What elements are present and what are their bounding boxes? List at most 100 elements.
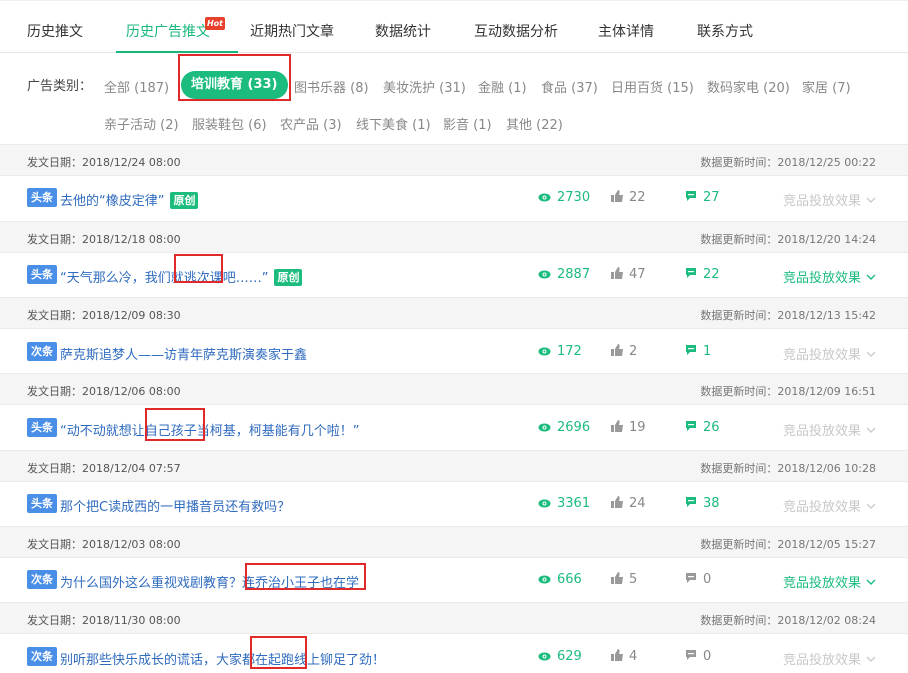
views-stat: 666: [538, 572, 582, 587]
data-update-time: 数据更新时间：2018/12/25 00:22: [700, 156, 876, 169]
views-stat: 629: [538, 649, 582, 664]
eye-icon: [538, 649, 557, 664]
tab-history-posts[interactable]: 历史推文: [27, 21, 83, 41]
date-row: 发文日期：2018/12/09 08:30 数据更新时间：2018/12/13 1…: [0, 297, 908, 329]
comments-count: 1: [703, 344, 712, 359]
thumbs-up-icon: [611, 649, 629, 664]
tab-entity-details[interactable]: 主体详情: [598, 21, 654, 41]
date-row: 发文日期：2018/12/18 08:00 数据更新时间：2018/12/20 1…: [0, 221, 908, 253]
hot-badge: Hot: [205, 17, 225, 30]
article-title-link[interactable]: “天气那么冷，我们就逃次课吧……” 原创: [60, 267, 303, 286]
chevron-down-icon: [861, 424, 876, 439]
tab-contact[interactable]: 联系方式: [697, 21, 753, 41]
competitor-effect-toggle[interactable]: 竞品投放效果: [783, 572, 876, 591]
category-training-education[interactable]: 培训教育 (33): [181, 71, 288, 99]
article-title-link[interactable]: 萨克斯追梦人——访青年萨克斯演奏家于鑫: [60, 344, 307, 363]
position-badge: 次条: [27, 647, 57, 666]
original-badge: 原创: [274, 269, 303, 286]
article-row: 头条 去他的“橡皮定律” 原创 2730 22 27 竞品投放效果: [0, 176, 908, 220]
category-filter-label: 广告类别：: [27, 79, 93, 94]
category-daily-goods[interactable]: 日用百货 (15): [611, 77, 694, 96]
eye-icon: [538, 267, 557, 282]
views-stat: 2730: [538, 190, 590, 205]
competitor-effect-toggle[interactable]: 竞品投放效果: [783, 649, 876, 668]
position-badge: 头条: [27, 494, 57, 513]
category-finance[interactable]: 金融 (1): [478, 77, 527, 96]
category-other[interactable]: 其他 (22): [506, 114, 563, 133]
views-stat: 2887: [538, 267, 590, 282]
eye-icon: [538, 496, 557, 511]
category-books-instruments[interactable]: 图书乐器 (8): [294, 77, 369, 96]
article-row: 次条 萨克斯追梦人——访青年萨克斯演奏家于鑫 172 2 1 竞品投放效果: [0, 330, 908, 374]
competitor-effect-toggle[interactable]: 竞品投放效果: [783, 420, 876, 439]
date-row: 发文日期：2018/12/06 08:00 数据更新时间：2018/12/09 1…: [0, 373, 908, 405]
category-digital-appliances[interactable]: 数码家电 (20): [707, 77, 790, 96]
tab-recent-hot-articles[interactable]: 近期热门文章: [250, 21, 334, 41]
category-apparel[interactable]: 服装鞋包 (6): [192, 114, 267, 133]
article-title-link[interactable]: 为什么国外这么重视戏剧教育？连乔治小王子也在学: [60, 572, 359, 591]
comment-icon: [685, 496, 703, 511]
competitor-effect-label: 竞品投放效果: [782, 653, 861, 668]
thumbs-up-icon: [611, 267, 629, 282]
thumbs-up-icon: [611, 344, 629, 359]
views-stat: 172: [538, 344, 582, 359]
competitor-effect-toggle[interactable]: 竞品投放效果: [783, 190, 876, 209]
date-row: 发文日期：2018/11/30 08:00 数据更新时间：2018/12/02 0…: [0, 602, 908, 634]
article-title-link[interactable]: 别听那些快乐成长的谎话，大家都在起跑线上铆足了劲！: [60, 649, 385, 668]
category-parenting[interactable]: 亲子活动 (2): [104, 114, 179, 133]
thumbs-up-icon: [611, 190, 629, 205]
position-badge: 头条: [27, 265, 57, 284]
article-title-text: 别听那些快乐成长的谎话，大家都在起跑线上铆足了劲！: [60, 653, 386, 668]
chevron-down-icon: [861, 194, 876, 209]
likes-stat: 4: [611, 649, 637, 664]
date-row: 发文日期：2018/12/04 07:57 数据更新时间：2018/12/06 1…: [0, 450, 908, 482]
category-offline-food[interactable]: 线下美食 (1): [356, 114, 431, 133]
category-media[interactable]: 影音 (1): [443, 114, 492, 133]
views-count: 172: [557, 344, 582, 359]
comments-stat: 22: [685, 267, 720, 282]
competitor-effect-toggle[interactable]: 竞品投放效果: [783, 267, 876, 286]
chevron-down-icon: [861, 653, 876, 668]
article-title-text: “动不动就想让自己孩子当柯基，柯基能有几个啦！”: [60, 424, 360, 439]
article-title-text: 去他的“橡皮定律”: [60, 194, 165, 209]
article-row: 次条 别听那些快乐成长的谎话，大家都在起跑线上铆足了劲！ 629 4 0 竞品投放效果: [0, 635, 908, 673]
chevron-down-icon: [861, 271, 876, 286]
category-food[interactable]: 食品 (37): [541, 77, 598, 96]
chevron-down-icon: [861, 500, 876, 515]
tab-interaction-analysis[interactable]: 互动数据分析: [474, 21, 558, 41]
comments-count: 0: [703, 572, 712, 587]
views-stat: 2696: [538, 420, 590, 435]
likes-count: 24: [629, 496, 646, 511]
eye-icon: [538, 344, 557, 359]
position-badge: 头条: [27, 188, 57, 207]
likes-count: 4: [629, 649, 638, 664]
likes-stat: 47: [611, 267, 646, 282]
data-update-time: 数据更新时间：2018/12/09 16:51: [700, 385, 876, 398]
likes-stat: 19: [611, 420, 646, 435]
competitor-effect-toggle[interactable]: 竞品投放效果: [783, 344, 876, 363]
article-title-link[interactable]: “动不动就想让自己孩子当柯基，柯基能有几个啦！”: [60, 420, 359, 439]
article-title-link[interactable]: 去他的“橡皮定律” 原创: [60, 190, 199, 209]
comment-icon: [685, 420, 703, 435]
comments-count: 22: [703, 267, 720, 282]
tab-history-ad-posts[interactable]: 历史广告推文: [126, 21, 210, 41]
competitor-effect-toggle[interactable]: 竞品投放效果: [783, 496, 876, 515]
views-count: 629: [557, 649, 582, 664]
thumbs-up-icon: [611, 496, 629, 511]
thumbs-up-icon: [611, 572, 629, 587]
category-beauty[interactable]: 美妆洗护 (31): [383, 77, 466, 96]
tab-data-stats[interactable]: 数据统计: [375, 21, 431, 41]
data-update-time: 数据更新时间：2018/12/13 15:42: [700, 309, 876, 322]
likes-stat: 2: [611, 344, 637, 359]
article-title-link[interactable]: 那个把C读成西的一甲播音员还有救吗？: [60, 496, 290, 515]
date-row: 发文日期：2018/12/24 08:00 数据更新时间：2018/12/25 0…: [0, 144, 908, 176]
publish-date: 发文日期：2018/12/03 08:00: [27, 538, 181, 551]
category-home[interactable]: 家居 (7): [802, 77, 851, 96]
competitor-effect-label: 竞品投放效果: [782, 424, 861, 439]
category-all[interactable]: 全部 (187): [104, 77, 169, 96]
date-row: 发文日期：2018/12/03 08:00 数据更新时间：2018/12/05 1…: [0, 526, 908, 558]
category-farm-products[interactable]: 农产品 (3): [280, 114, 342, 133]
publish-date: 发文日期：2018/12/06 08:00: [27, 385, 181, 398]
likes-count: 5: [629, 572, 638, 587]
active-tab-underline: [116, 51, 238, 53]
